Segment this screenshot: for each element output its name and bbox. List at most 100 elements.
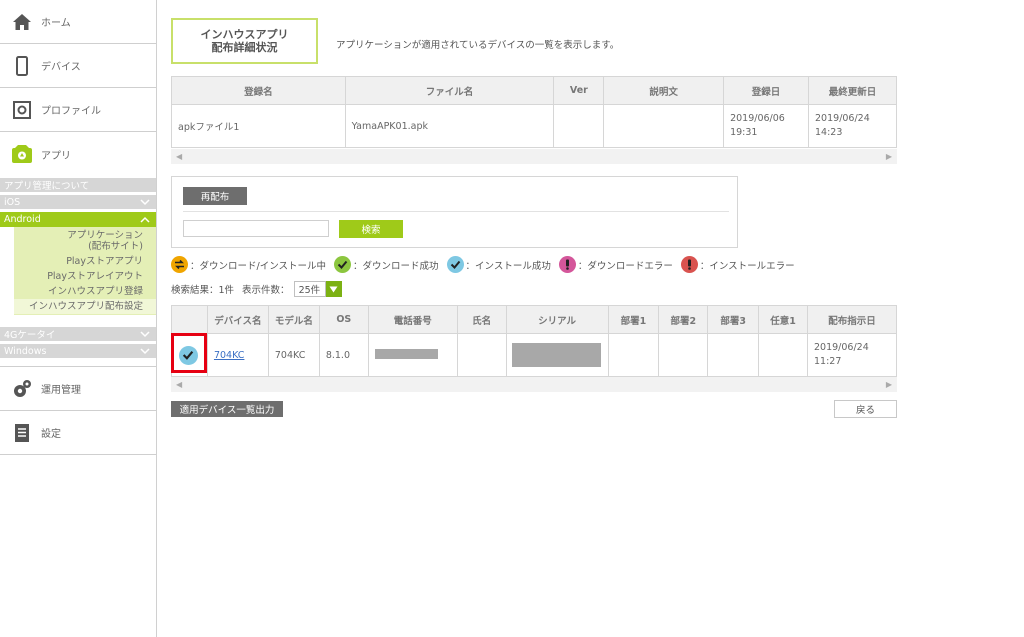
col-header: モデル名 (267, 305, 320, 334)
col-header: 電話番号 (367, 305, 458, 334)
cell-app-name: apkファイル1 (171, 104, 346, 148)
per-page-select[interactable]: 25件 (293, 281, 342, 297)
nav-profiles-label: プロファイル (41, 106, 101, 117)
check-icon (334, 256, 352, 273)
col-header: Ver (553, 76, 605, 105)
legend-label: ：インストール成功 (465, 260, 551, 272)
col-header: 配布指示日 (807, 305, 897, 334)
cell-description (603, 104, 725, 148)
cell-file-name: YamaAPK01.apk (344, 104, 555, 148)
page-title-line2: 配布詳細状況 (211, 41, 278, 54)
main-content: インハウスアプリ 配布詳細状況 アプリケーションが適用されているデバイスの一覧を… (171, 0, 901, 637)
sidebar-item-app-manage-about[interactable]: アプリ管理について (0, 178, 156, 192)
sidebar: ホーム デバイス プロファイル アプリ アプリ管理について iOS Androi… (0, 0, 157, 637)
divider (183, 211, 729, 212)
nav-apps[interactable]: アプリ (0, 132, 156, 176)
export-device-list-button[interactable]: 適用デバイス一覧出力 (171, 401, 283, 417)
cell-updated-date: 2019/06/24 14:23 (808, 104, 897, 148)
android-item-label: Playストアレイアウト (47, 271, 143, 282)
cell-dept1 (607, 333, 660, 377)
nav-devices-label: デバイス (41, 62, 81, 73)
sidebar-item-windows[interactable]: Windows (0, 344, 156, 358)
scroll-left-icon[interactable]: ◀ (176, 380, 182, 389)
redacted-serial (511, 343, 601, 367)
android-item-label: インハウスアプリ配布設定 (28, 301, 143, 312)
redistribute-button[interactable]: 再配布 (183, 187, 247, 205)
cell-device-name: 704KC (206, 333, 269, 377)
android-item-app-distribution-site[interactable]: アプリケーション (配布サイト) (14, 228, 156, 254)
chevron-down-icon (140, 348, 150, 355)
scroll-right-icon[interactable]: ▶ (886, 152, 892, 161)
nav-home[interactable]: ホーム (0, 0, 156, 44)
android-item-inhouse-distribution[interactable]: インハウスアプリ配布設定 (14, 299, 156, 314)
col-header: 氏名 (456, 305, 507, 334)
page-description: アプリケーションが適用されているデバイスの一覧を表示します。 (336, 40, 620, 51)
col-header (171, 305, 208, 334)
check-icon (446, 256, 464, 273)
page-title: インハウスアプリ 配布詳細状況 (171, 18, 318, 64)
windows-label: Windows (4, 345, 47, 357)
cell-name (456, 333, 507, 377)
sidebar-item-ios[interactable]: iOS (0, 195, 156, 209)
status-legend: ：ダウンロード/インストール中 ：ダウンロード成功 ：インストール成功 ：ダウン… (171, 256, 803, 273)
gears-icon (11, 378, 33, 400)
app-manage-about-label: アプリ管理について (4, 181, 90, 192)
col-header: 最終更新日 (808, 76, 897, 105)
smartphone-icon (11, 55, 33, 77)
legend-label: ：ダウンロード/インストール中 (190, 260, 327, 272)
horizontal-scrollbar[interactable]: ◀ ▶ (171, 149, 897, 164)
nav-apps-label: アプリ (41, 150, 71, 162)
scroll-left-icon[interactable]: ◀ (176, 152, 182, 161)
nav-operations-label: 運用管理 (41, 385, 81, 396)
cell-dept2 (658, 333, 709, 377)
android-item-inhouse-register[interactable]: インハウスアプリ登録 (14, 284, 156, 299)
exclamation-icon (680, 256, 698, 273)
sidebar-item-4g-phone[interactable]: 4Gケータイ (0, 327, 156, 341)
android-item-playstore-layout[interactable]: Playストアレイアウト (14, 269, 156, 284)
document-icon (11, 422, 33, 444)
horizontal-scrollbar[interactable]: ◀ ▶ (171, 377, 897, 392)
per-page-label: 表示件数： (242, 285, 290, 296)
legend-install-error: ：インストールエラー (680, 256, 795, 273)
table-header-row: デバイス名 モデル名 OS 電話番号 氏名 シリアル 部署1 部署2 部署3 任… (171, 305, 897, 334)
legend-download-success: ：ダウンロード成功 (334, 256, 439, 273)
nav-settings[interactable]: 設定 (0, 411, 156, 455)
legend-download-error: ：ダウンロードエラー (558, 256, 673, 273)
col-header: 部署1 (607, 305, 660, 334)
android-item-label: Playストアアプリ (66, 256, 143, 267)
search-button[interactable]: 検索 (339, 220, 403, 238)
col-header: OS (318, 305, 369, 334)
cell-distribution-date: 2019/06/24 11:27 (807, 333, 897, 377)
result-count: 検索結果：1件 (171, 285, 235, 296)
nav-operations[interactable]: 運用管理 (0, 367, 156, 411)
scroll-right-icon[interactable]: ▶ (886, 380, 892, 389)
col-header: 登録日 (723, 76, 810, 105)
android-label: Android (4, 214, 41, 225)
exclamation-icon (558, 256, 576, 273)
back-button[interactable]: 戻る (834, 400, 897, 418)
android-submenu: アプリケーション (配布サイト) Playストアアプリ Playストアレイアウト… (14, 227, 156, 315)
device-link[interactable]: 704KC (214, 350, 244, 361)
nav-profiles[interactable]: プロファイル (0, 88, 156, 132)
search-input[interactable] (183, 220, 329, 237)
nav-settings-label: 設定 (41, 429, 61, 440)
nav-devices[interactable]: デバイス (0, 44, 156, 88)
cell-registered-date: 2019/06/06 19:31 (723, 104, 810, 148)
table-header-row: 登録名 ファイル名 Ver 説明文 登録日 最終更新日 (171, 76, 897, 105)
ios-label: iOS (4, 196, 21, 208)
android-item-playstore-apps[interactable]: Playストアアプリ (14, 254, 156, 269)
col-header: 任意1 (758, 305, 808, 334)
col-header: 登録名 (171, 76, 346, 105)
sidebar-item-android[interactable]: Android (0, 212, 156, 227)
cell-os: 8.1.0 (318, 333, 369, 377)
cell-dept3 (707, 333, 760, 377)
legend-label: ：ダウンロードエラー (577, 260, 673, 272)
home-icon (11, 11, 33, 33)
per-page-value: 25件 (293, 281, 326, 297)
highlight-box (171, 333, 207, 373)
table-row: 704KC 704KC 8.1.0 2019/06/24 11:27 (171, 333, 897, 377)
col-header: デバイス名 (206, 305, 269, 334)
chevron-up-icon (140, 216, 150, 223)
dropdown-arrow-icon[interactable] (325, 281, 342, 297)
chevron-down-icon (140, 331, 150, 338)
